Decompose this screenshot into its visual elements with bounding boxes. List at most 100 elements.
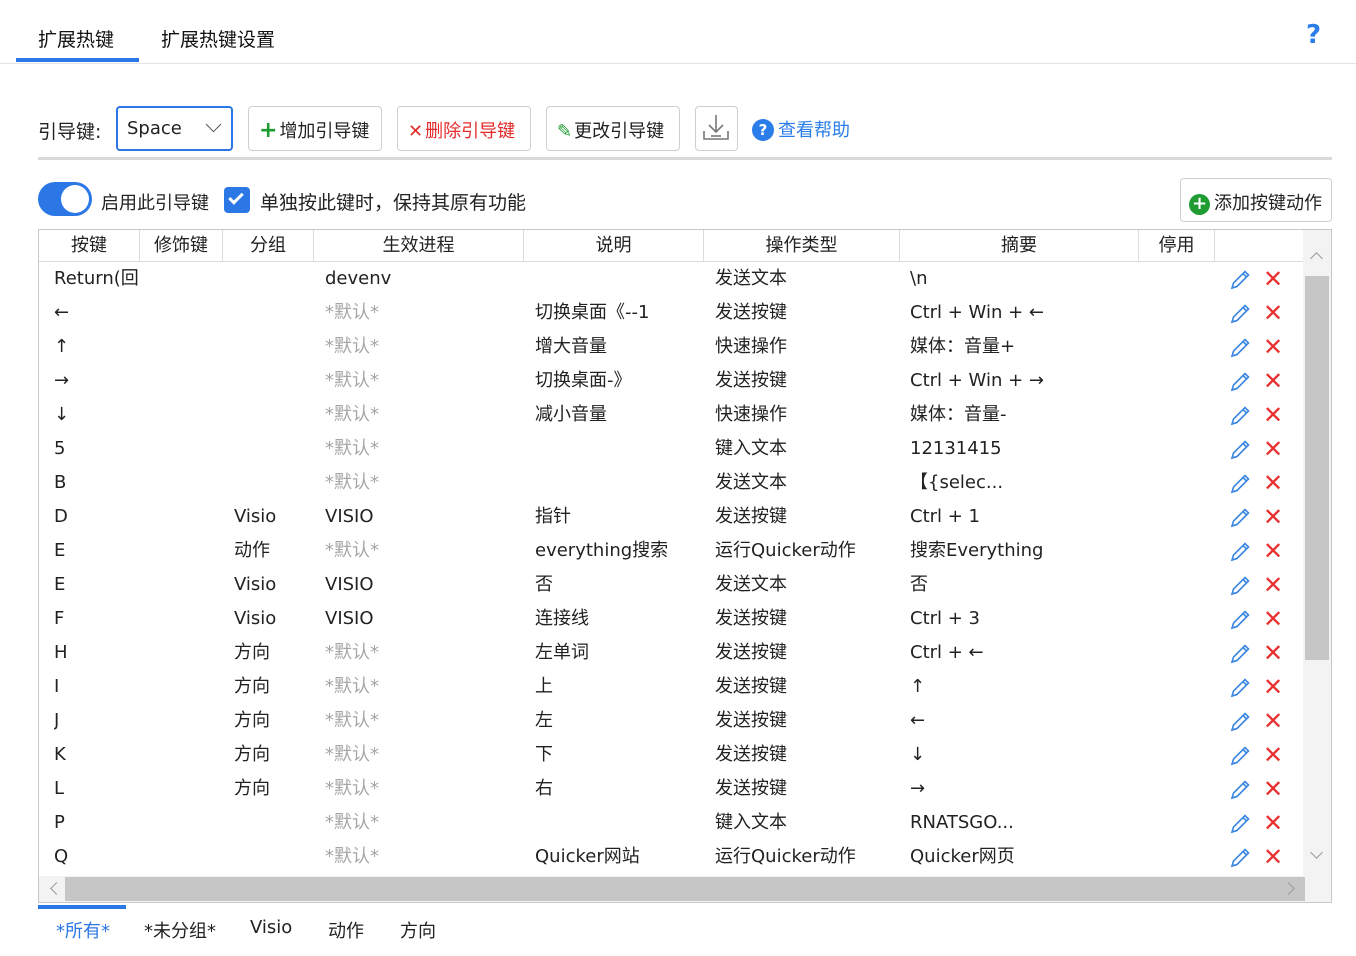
delete-icon[interactable]: ✕ — [1263, 539, 1283, 563]
column-header-modifier[interactable]: 修饰键 — [140, 230, 223, 262]
keep-original-function-checkbox[interactable] — [224, 187, 250, 213]
pencil-icon[interactable] — [1228, 336, 1252, 360]
cell-summary: 12131415 — [910, 438, 1002, 459]
change-lead-key-button[interactable]: ✎ 更改引导键 — [546, 106, 680, 151]
pencil-icon[interactable] — [1228, 642, 1252, 666]
table-row[interactable]: L 方向 *默认* 右 发送按键 → ✕ — [39, 772, 1303, 806]
group-tab-direction[interactable]: 方向 — [400, 917, 436, 943]
table-row[interactable]: Q *默认* Quicker网站 运行Quicker动作 Quicker网页 ✕ — [39, 840, 1303, 874]
delete-lead-key-button[interactable]: ✕ 删除引导键 — [397, 106, 531, 151]
delete-icon[interactable]: ✕ — [1263, 437, 1283, 461]
delete-icon[interactable]: ✕ — [1263, 471, 1283, 495]
group-tab-visio[interactable]: Visio — [250, 917, 292, 938]
cell-summary: ↑ — [910, 676, 926, 697]
delete-icon[interactable]: ✕ — [1263, 811, 1283, 835]
column-header-disabled[interactable]: 停用 — [1139, 230, 1215, 262]
column-header-group[interactable]: 分组 — [223, 230, 314, 262]
table-row[interactable]: P *默认* 键入文本 RNATSGO... ✕ — [39, 806, 1303, 840]
add-key-action-button[interactable]: + 添加按键动作 — [1180, 178, 1332, 222]
enable-lead-key-toggle[interactable] — [38, 182, 92, 216]
table-row[interactable]: ↑ *默认* 增大音量 快速操作 媒体：音量+ ✕ — [39, 330, 1303, 364]
pencil-icon[interactable] — [1228, 710, 1252, 734]
cell-key: B — [54, 472, 67, 493]
pencil-icon[interactable] — [1228, 574, 1252, 598]
add-lead-key-button[interactable]: + 增加引导键 — [248, 106, 382, 151]
cell-summary: 媒体：音量- — [910, 404, 1007, 425]
download-button[interactable] — [695, 106, 738, 151]
cell-key: L — [54, 778, 65, 799]
cell-mod — [154, 432, 224, 466]
pencil-icon[interactable] — [1228, 438, 1252, 462]
delete-icon[interactable]: ✕ — [1263, 777, 1283, 801]
tab-extended-hotkey-settings[interactable]: 扩展热键设置 — [161, 25, 275, 52]
tab-extended-hotkeys[interactable]: 扩展热键 — [38, 25, 114, 52]
delete-icon[interactable]: ✕ — [1263, 335, 1283, 359]
cell-mod — [154, 840, 224, 874]
cell-summary: Ctrl + Win + ← — [910, 302, 1044, 323]
pencil-icon[interactable] — [1228, 676, 1252, 700]
table-row[interactable]: B *默认* 发送文本 【{selec... ✕ — [39, 466, 1303, 500]
delete-icon[interactable]: ✕ — [1263, 743, 1283, 767]
table-row[interactable]: D Visio VISIO 指针 发送按键 Ctrl + 1 ✕ — [39, 500, 1303, 534]
pencil-icon[interactable] — [1228, 472, 1252, 496]
group-tab-ungrouped[interactable]: *未分组* — [144, 917, 216, 943]
top-tab-bar: 扩展热键 扩展热键设置 ? — [0, 0, 1356, 64]
delete-icon[interactable]: ✕ — [1263, 573, 1283, 597]
cell-key: H — [54, 642, 68, 663]
pencil-icon[interactable] — [1228, 812, 1252, 836]
delete-icon[interactable]: ✕ — [1263, 607, 1283, 631]
table-row[interactable]: J 方向 *默认* 左 发送按键 ← ✕ — [39, 704, 1303, 738]
table-row[interactable]: E 动作 *默认* everything搜索 运行Quicker动作 搜索Everythi… — [39, 534, 1303, 568]
table-row[interactable]: Return(回 devenv 发送文本 \n ✕ — [39, 262, 1303, 296]
delete-icon[interactable]: ✕ — [1263, 369, 1283, 393]
pencil-icon[interactable] — [1228, 506, 1252, 530]
pencil-icon[interactable] — [1228, 846, 1252, 870]
table-row[interactable]: 5 *默认* 键入文本 12131415 ✕ — [39, 432, 1303, 466]
cell-desc — [535, 806, 701, 840]
table-row[interactable]: I 方向 *默认* 上 发送按键 ↑ ✕ — [39, 670, 1303, 704]
table-row[interactable]: E Visio VISIO 否 发送文本 否 ✕ — [39, 568, 1303, 602]
delete-icon[interactable]: ✕ — [1263, 709, 1283, 733]
table-row[interactable]: F Visio VISIO 连接线 发送按键 Ctrl + 3 ✕ — [39, 602, 1303, 636]
cell-key: F — [54, 608, 65, 629]
table-row[interactable]: H 方向 *默认* 左单词 发送按键 Ctrl + ← ✕ — [39, 636, 1303, 670]
delete-icon[interactable]: ✕ — [1263, 505, 1283, 529]
cell-desc: 左 — [535, 710, 553, 731]
cell-desc: 右 — [535, 778, 553, 799]
group-tab-actions[interactable]: 动作 — [328, 917, 364, 943]
lead-key-select[interactable]: Space — [116, 106, 233, 151]
cell-type: 发送文本 — [715, 574, 787, 595]
checkmark-icon — [228, 189, 244, 205]
column-header-key[interactable]: 按键 — [39, 230, 140, 262]
view-help-link[interactable]: ? 查看帮助 — [752, 116, 850, 142]
delete-icon[interactable]: ✕ — [1263, 301, 1283, 325]
delete-icon[interactable]: ✕ — [1263, 641, 1283, 665]
pencil-icon[interactable] — [1228, 302, 1252, 326]
vertical-scroll-thumb[interactable] — [1305, 276, 1329, 660]
pencil-icon[interactable] — [1228, 268, 1252, 292]
delete-icon[interactable]: ✕ — [1263, 675, 1283, 699]
table-row[interactable]: K 方向 *默认* 下 发送按键 ↓ ✕ — [39, 738, 1303, 772]
help-icon[interactable]: ? — [1306, 20, 1321, 50]
table-row[interactable]: ← *默认* 切换桌面《--1 发送按键 Ctrl + Win + ← ✕ — [39, 296, 1303, 330]
pencil-icon[interactable] — [1228, 608, 1252, 632]
delete-icon[interactable]: ✕ — [1263, 845, 1283, 869]
pencil-icon[interactable] — [1228, 370, 1252, 394]
delete-icon[interactable]: ✕ — [1263, 403, 1283, 427]
delete-icon[interactable]: ✕ — [1263, 267, 1283, 291]
pencil-icon[interactable] — [1228, 404, 1252, 428]
column-header-process[interactable]: 生效进程 — [314, 230, 524, 262]
cell-key: Q — [54, 846, 69, 867]
column-header-summary[interactable]: 摘要 — [900, 230, 1139, 262]
table-row[interactable]: → *默认* 切换桌面-》 发送按键 Ctrl + Win + → ✕ — [39, 364, 1303, 398]
table-row[interactable]: ↓ *默认* 减小音量 快速操作 媒体：音量- ✕ — [39, 398, 1303, 432]
pencil-icon[interactable] — [1228, 540, 1252, 564]
cell-desc — [535, 432, 701, 466]
cell-type: 键入文本 — [715, 438, 787, 459]
pencil-icon[interactable] — [1228, 778, 1252, 802]
column-header-action-type[interactable]: 操作类型 — [704, 230, 900, 262]
pencil-icon[interactable] — [1228, 744, 1252, 768]
column-header-description[interactable]: 说明 — [524, 230, 704, 262]
group-tab-all[interactable]: *所有* — [56, 917, 110, 943]
horizontal-scroll-thumb[interactable] — [65, 877, 1305, 901]
